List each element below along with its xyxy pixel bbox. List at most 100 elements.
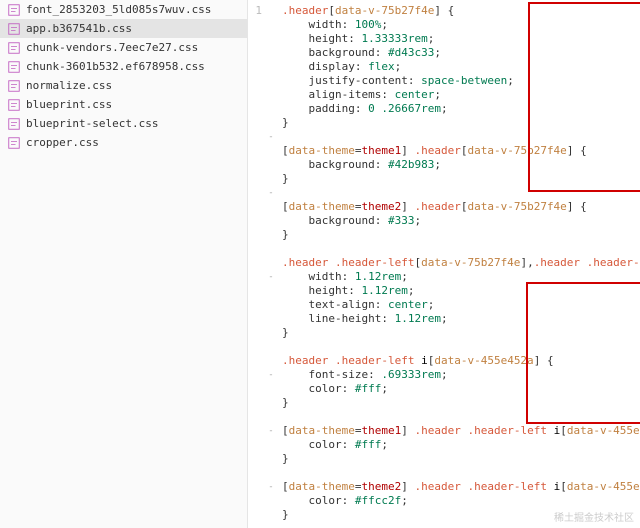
code-line: font-size: .69333rem; [270,368,640,382]
fold-marker [266,312,276,326]
css-file-icon [8,4,20,16]
watermark: 稀土掘金技术社区 [554,509,634,524]
code-line: [data-theme=theme2] .header .header-left… [270,480,640,494]
code-line [270,130,640,144]
file-name: normalize.css [26,79,112,92]
code-line: color: #fff; [270,382,640,396]
fold-marker [266,256,276,270]
fold-marker [266,298,276,312]
code-line: } [270,172,640,186]
fold-marker [266,466,276,480]
code-line: display: flex; [270,60,640,74]
code-line: width: 100%; [270,18,640,32]
fold-marker[interactable]: - [266,186,276,200]
fold-marker [266,18,276,32]
code-content: -------- .header[data-v-75b27f4e] { widt… [270,4,640,528]
file-item[interactable]: blueprint-select.css [0,114,247,133]
file-name: chunk-3601b532.ef678958.css [26,60,205,73]
fold-marker [266,32,276,46]
fold-marker [266,200,276,214]
code-line: color: #fff; [270,438,640,452]
code-line: [data-theme=theme2] .header[data-v-75b27… [270,200,640,214]
fold-marker[interactable]: - [266,130,276,144]
file-item[interactable]: normalize.css [0,76,247,95]
code-line: .header .header-left[data-v-75b27f4e],.h… [270,256,640,270]
fold-marker [266,116,276,130]
fold-marker[interactable]: - [266,424,276,438]
fold-marker [266,144,276,158]
fold-marker [266,4,276,18]
file-item[interactable]: chunk-vendors.7eec7e27.css [0,38,247,57]
code-line: } [270,228,640,242]
code-line: background: #42b983; [270,158,640,172]
file-item[interactable]: font_2853203_5ld085s7wuv.css [0,0,247,19]
fold-marker [266,60,276,74]
fold-marker [266,522,276,528]
fold-marker[interactable]: - [266,480,276,494]
code-line: justify-content: space-between; [270,74,640,88]
code-line [270,186,640,200]
file-item[interactable]: cropper.css [0,133,247,152]
fold-marker [266,74,276,88]
fold-marker [266,88,276,102]
code-editor[interactable]: 1 -------- .header[data-v-75b27f4e] { wi… [248,0,640,528]
file-item[interactable]: chunk-3601b532.ef678958.css [0,57,247,76]
css-file-icon [8,61,20,73]
code-line: } [270,452,640,466]
fold-marker [266,228,276,242]
fold-column: -------- [266,4,276,528]
file-name: chunk-vendors.7eec7e27.css [26,41,198,54]
file-name: cropper.css [26,136,99,149]
fold-marker[interactable]: - [266,270,276,284]
file-item[interactable]: blueprint.css [0,95,247,114]
fold-marker [266,214,276,228]
code-line: background: #333; [270,214,640,228]
code-line: [data-theme=theme1] .header .header-left… [270,424,640,438]
fold-marker [266,340,276,354]
code-line: line-height: 1.12rem; [270,312,640,326]
fold-marker [266,396,276,410]
code-line: padding: 0 .26667rem; [270,102,640,116]
code-line: width: 1.12rem; [270,270,640,284]
code-line: background: #d43c33; [270,46,640,60]
file-name: font_2853203_5ld085s7wuv.css [26,3,211,16]
fold-marker [266,494,276,508]
code-line: } [270,326,640,340]
code-line: } [270,116,640,130]
fold-marker [266,382,276,396]
fold-marker [266,452,276,466]
fold-marker [266,158,276,172]
code-line: .header[data-v-75b27f4e] { [270,4,640,18]
code-line [270,340,640,354]
css-file-icon [8,118,20,130]
code-line: align-items: center; [270,88,640,102]
code-line [270,466,640,480]
file-item[interactable]: app.b367541b.css [0,19,247,38]
code-line: height: 1.33333rem; [270,32,640,46]
code-line: [data-theme=theme1] .header[data-v-75b27… [270,144,640,158]
fold-marker [266,508,276,522]
fold-marker [266,326,276,340]
css-file-icon [8,42,20,54]
css-file-icon [8,23,20,35]
line-gutter: 1 [248,4,266,18]
fold-marker [266,46,276,60]
fold-marker [266,438,276,452]
css-file-icon [8,137,20,149]
fold-marker [266,410,276,424]
code-line: text-align: center; [270,298,640,312]
css-file-icon [8,99,20,111]
code-line: color: #ffcc2f; [270,494,640,508]
file-sidebar: font_2853203_5ld085s7wuv.css app.b367541b… [0,0,248,528]
code-line [270,410,640,424]
code-line: height: 1.12rem; [270,284,640,298]
code-line: } [270,396,640,410]
fold-marker [266,354,276,368]
file-name: blueprint.css [26,98,112,111]
file-name: app.b367541b.css [26,22,132,35]
fold-marker [266,102,276,116]
code-line [270,242,640,256]
code-line: .header .header-left i[data-v-455e452a] … [270,354,640,368]
fold-marker [266,172,276,186]
fold-marker[interactable]: - [266,368,276,382]
